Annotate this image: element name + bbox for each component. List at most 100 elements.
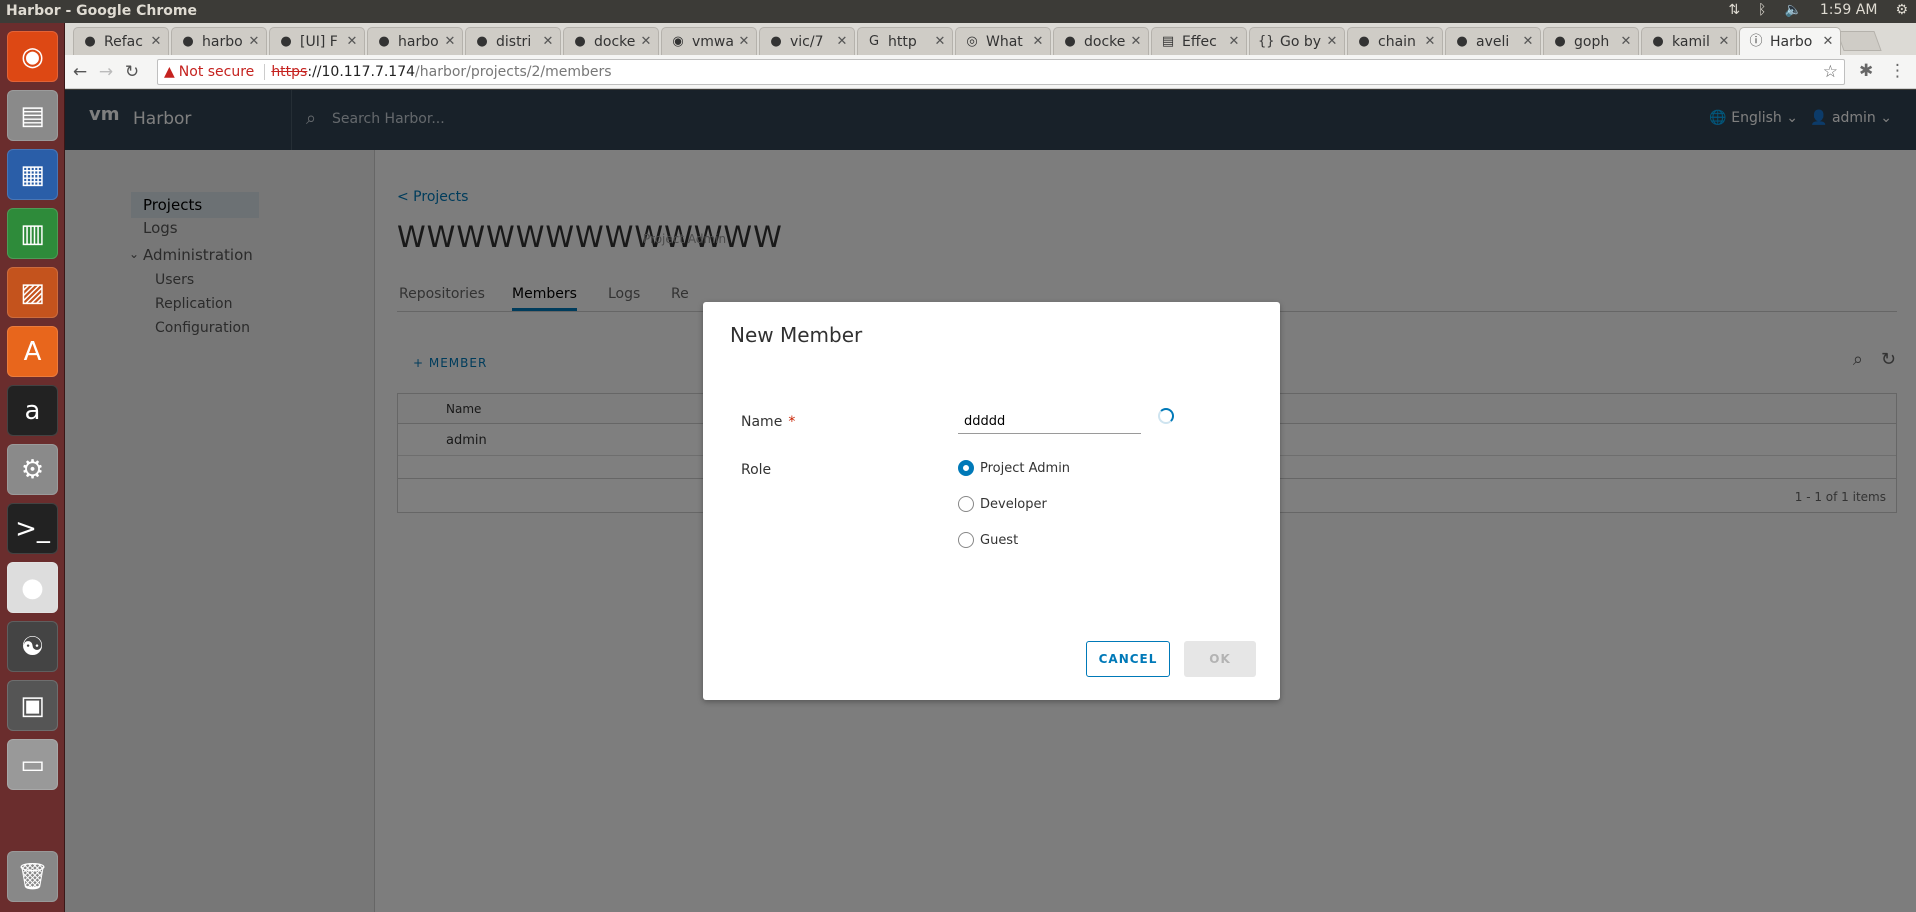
url-path: /harbor/projects/2/members (415, 64, 612, 80)
tab-close-icon[interactable]: ✕ (148, 34, 164, 49)
tab-close-icon[interactable]: ✕ (1618, 34, 1634, 49)
software-center-icon[interactable]: A (7, 326, 58, 377)
browser-tab[interactable]: ● chain ✕ (1347, 27, 1443, 55)
browser-tab[interactable]: ● distri ✕ (465, 27, 561, 55)
browser-tab[interactable]: ● harbo ✕ (171, 27, 267, 55)
ok-button[interactable]: OK (1184, 641, 1256, 677)
browser-tab[interactable]: ● aveli ✕ (1445, 27, 1541, 55)
cancel-button[interactable]: CANCEL (1086, 641, 1170, 677)
tab-close-icon[interactable]: ✕ (834, 34, 850, 49)
volume-icon[interactable]: 🔈 (1784, 2, 1801, 18)
tab-favicon-icon: ● (182, 33, 194, 49)
menu-dots-icon[interactable]: ⋮ (1889, 61, 1906, 81)
browser-tab[interactable]: ● Refac ✕ (73, 27, 169, 55)
tab-favicon-icon: ● (1064, 33, 1076, 49)
power-gear-icon[interactable]: ⚙ (1895, 2, 1908, 18)
new-tab-button[interactable] (1836, 31, 1882, 51)
tab-close-icon[interactable]: ✕ (736, 34, 752, 49)
tab-close-icon[interactable]: ✕ (540, 34, 556, 49)
browser-tab[interactable]: ⓘ Harbo ✕ (1739, 27, 1841, 55)
tab-close-icon[interactable]: ✕ (344, 34, 360, 49)
not-secure-label[interactable]: Not secure (179, 64, 255, 80)
loading-spinner-icon (1158, 408, 1174, 424)
tab-close-icon[interactable]: ✕ (1030, 34, 1046, 49)
tab-title: [UI] F (300, 33, 338, 50)
browser-tab[interactable]: ▤ Effec ✕ (1151, 27, 1247, 55)
browser-tab[interactable]: ◎ What ✕ (955, 27, 1051, 55)
role-option-project-admin[interactable]: Project Admin (958, 460, 1070, 476)
forward-arrow-icon[interactable]: → (95, 61, 117, 83)
tab-title: vic/7 (790, 33, 824, 50)
tab-close-icon[interactable]: ✕ (1520, 34, 1536, 49)
browser-tab[interactable]: ◉ vmwa ✕ (661, 27, 757, 55)
role-field-label: Role (741, 462, 772, 478)
settings-icon[interactable]: ⚙ (7, 444, 58, 495)
address-bar[interactable]: ▲ Not secure https://10.117.7.174/harbor… (157, 59, 1845, 85)
tab-favicon-icon: ● (378, 33, 390, 49)
writer-icon[interactable]: ▦ (7, 149, 58, 200)
clock[interactable]: 1:59 AM (1820, 2, 1878, 18)
amazon-icon[interactable]: a (7, 385, 58, 436)
tab-close-icon[interactable]: ✕ (932, 34, 948, 49)
reload-icon[interactable]: ↻ (121, 61, 143, 83)
radio-developer[interactable] (958, 496, 974, 512)
terminal-icon[interactable]: >_ (7, 503, 58, 554)
browser-tab[interactable]: Ghttp ✕ (857, 27, 953, 55)
calc-icon[interactable]: ▥ (7, 208, 58, 259)
ubuntu-dash-icon[interactable]: ◉ (7, 31, 58, 82)
floppy-icon[interactable]: ▣ (7, 680, 58, 731)
browser-tab[interactable]: {} Go by ✕ (1249, 27, 1345, 55)
tab-favicon-icon: ● (770, 33, 782, 49)
warning-triangle-icon: ▲ (164, 64, 175, 80)
tab-favicon-icon: ● (280, 33, 292, 49)
tab-close-icon[interactable]: ✕ (1324, 34, 1340, 49)
tab-title: harbo (202, 33, 243, 50)
tab-favicon-icon: ● (84, 33, 96, 49)
role-option-developer[interactable]: Developer (958, 496, 1047, 512)
tab-close-icon[interactable]: ✕ (1422, 34, 1438, 49)
tab-close-icon[interactable]: ✕ (442, 34, 458, 49)
yinyang-icon[interactable]: ☯ (7, 621, 58, 672)
tab-title: vmwa (692, 33, 734, 50)
files-icon[interactable]: ▤ (7, 90, 58, 141)
tab-title: aveli (1476, 33, 1510, 50)
browser-tab[interactable]: ● goph ✕ (1543, 27, 1639, 55)
dialog-title: New Member (730, 323, 863, 347)
chrome-icon[interactable]: ● (7, 562, 58, 613)
role-label-developer: Developer (980, 496, 1047, 512)
tab-close-icon[interactable]: ✕ (1226, 34, 1242, 49)
member-name-input[interactable] (958, 410, 1141, 434)
bookmark-star-icon[interactable]: ☆ (1823, 62, 1838, 82)
role-option-guest[interactable]: Guest (958, 532, 1018, 548)
browser-tab[interactable]: ● docke ✕ (1053, 27, 1149, 55)
browser-tab-strip: ● Refac ✕ ● harbo ✕ ● [UI] F ✕ ● harbo ✕ ● distri ✕ ● do… (65, 23, 1916, 55)
drive-icon[interactable]: ▭ (7, 739, 58, 790)
url-host: ://10.117.7.174 (307, 64, 416, 80)
tab-title: harbo (398, 33, 439, 50)
trash-icon[interactable]: 🗑 (7, 851, 58, 902)
bluetooth-icon[interactable]: ᛒ (1758, 2, 1766, 18)
tab-close-icon[interactable]: ✕ (246, 34, 262, 49)
tab-title: Harbo (1770, 33, 1813, 50)
back-arrow-icon[interactable]: ← (69, 61, 91, 83)
browser-tab[interactable]: ● docke ✕ (563, 27, 659, 55)
browser-tab[interactable]: ● vic/7 ✕ (759, 27, 855, 55)
impress-icon[interactable]: ▨ (7, 267, 58, 318)
radio-guest[interactable] (958, 532, 974, 548)
network-icon[interactable]: ⇅ (1728, 2, 1740, 18)
system-top-panel: Harbor - Google Chrome ⇅ ᛒ 🔈 1:59 AM ⚙ (0, 0, 1916, 23)
tab-close-icon[interactable]: ✕ (1716, 34, 1732, 49)
radio-project-admin[interactable] (958, 460, 974, 476)
tab-close-icon[interactable]: ✕ (1128, 34, 1144, 49)
browser-tab[interactable]: ● kamil ✕ (1641, 27, 1737, 55)
browser-tab[interactable]: ● harbo ✕ (367, 27, 463, 55)
role-label-guest: Guest (980, 532, 1019, 548)
extension-puzzle-icon[interactable]: ✱ (1859, 61, 1873, 81)
unity-launcher: ◉ ▤ ▦ ▥ ▨ Aa ⚙ >_ ● ☯ ▣ ▭ 🗑 (0, 23, 65, 912)
browser-tab[interactable]: ● [UI] F ✕ (269, 27, 365, 55)
name-label-text: Name (741, 414, 783, 430)
tab-close-icon[interactable]: ✕ (1820, 34, 1836, 49)
tab-favicon-icon: ◉ (672, 33, 684, 49)
tab-close-icon[interactable]: ✕ (638, 34, 654, 49)
tab-title: Refac (104, 33, 143, 50)
